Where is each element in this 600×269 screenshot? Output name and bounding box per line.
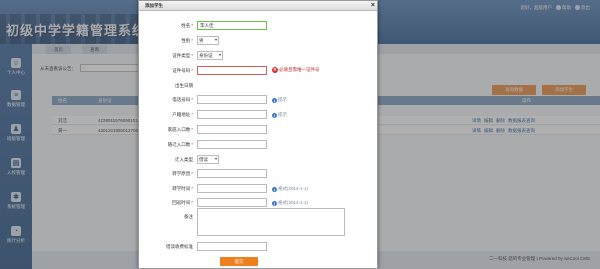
return-date-input[interactable]: [197, 198, 267, 207]
field-label: 姓名*: [181, 23, 193, 28]
field-label: 随迁入口数*: [167, 142, 193, 147]
hukou-input[interactable]: [197, 110, 267, 119]
gender-select[interactable]: 男: [197, 36, 219, 45]
field-label: 电话号码*: [172, 97, 193, 102]
field-idtype: 证件类型* 身份证: [139, 50, 377, 62]
field-hint: i 提示: [272, 112, 287, 118]
close-icon[interactable]: ×: [371, 1, 375, 11]
field-label: 迁入类型: [175, 157, 193, 162]
field-hukou: 户籍地址* i 提示: [139, 109, 377, 121]
chevron-down-icon: [219, 54, 221, 56]
field-label: 转学时间*: [172, 186, 193, 191]
info-icon: i: [272, 186, 277, 192]
field-hint: i 格式(2014-1-1): [272, 200, 309, 206]
field-idnum: 证件号码* ✕ 必填且需唯一证件号: [139, 65, 377, 77]
field-label: 回返时间*: [172, 200, 193, 205]
field-name: 姓名*: [139, 20, 377, 32]
field-fee: 借读收费标准: [139, 241, 377, 253]
field-label: 证件类型*: [172, 53, 193, 58]
fee-input[interactable]: [197, 242, 267, 251]
transfer-input[interactable]: [197, 169, 267, 178]
field-label: 性别*: [181, 38, 193, 43]
enroll-input[interactable]: [197, 125, 267, 134]
field-label: 借读收费标准: [166, 244, 193, 249]
dialog-titlebar: 添加学生 ×: [139, 1, 377, 11]
name-input[interactable]: [197, 21, 267, 30]
field-phone: 电话号码* i 提示: [139, 94, 377, 106]
field-hint: i 提示: [272, 97, 287, 103]
info-icon: i: [272, 112, 277, 118]
idnum-input[interactable]: [197, 66, 267, 75]
field-label: 家庭入口数*: [167, 127, 193, 132]
field-label: 户籍地址*: [172, 112, 193, 117]
field-hint: i 格式(2014-1-1): [272, 186, 309, 192]
reason-input[interactable]: [197, 140, 267, 149]
submit-button[interactable]: 提交: [220, 257, 258, 266]
error-icon: ✕: [272, 67, 278, 73]
field-transfer-date: 转学时间* i 格式(2014-1-1): [139, 183, 377, 195]
transfer-date-input[interactable]: [197, 184, 267, 193]
add-student-dialog: 添加学生 × 姓名* 性别* 男 证件类型* 身份证 证件号码* ✕必填且需唯一…: [138, 0, 378, 269]
info-icon: i: [272, 97, 277, 103]
field-label: 出生日期: [175, 83, 193, 88]
field-label: 证件号码*: [172, 68, 193, 73]
phone-input[interactable]: [197, 95, 267, 104]
field-birth: 出生日期: [139, 80, 377, 92]
field-transfer: 转学原因*: [139, 168, 377, 180]
note-textarea[interactable]: [197, 208, 345, 236]
field-reason: 随迁入口数*: [139, 139, 377, 151]
field-enroll: 家庭入口数*: [139, 124, 377, 136]
type-select[interactable]: 借读: [197, 155, 219, 164]
idtype-select[interactable]: 身份证: [197, 51, 223, 60]
chevron-down-icon: [215, 158, 217, 160]
validation-error: ✕ 必填且需唯一证件号: [272, 67, 320, 73]
field-type: 迁入类型 借读: [139, 154, 377, 166]
info-icon: i: [272, 200, 277, 206]
chevron-down-icon: [215, 39, 217, 41]
field-label: 转学原因*: [172, 171, 193, 176]
field-gender: 性别* 男: [139, 35, 377, 47]
field-label: 备注: [184, 214, 193, 219]
dialog-title: 添加学生: [145, 3, 163, 8]
